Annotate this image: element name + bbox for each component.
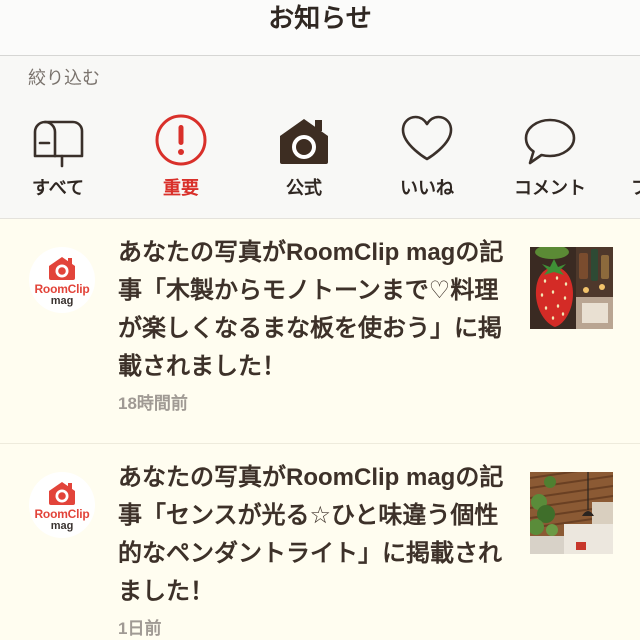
notification-item[interactable]: RoomClip mag あなたの写真がRoomClip magの記 事「木製か… xyxy=(0,219,640,444)
message-line: 事「木製からモノトーンまで♡料理 xyxy=(118,277,499,304)
message-line: ました！ xyxy=(118,578,214,605)
avatar-brand-text: RoomClip xyxy=(34,507,90,521)
filter-item-label: 重要 xyxy=(163,178,199,198)
filter-item-label: 公式 xyxy=(286,178,322,198)
message-line: あなたの写真がRoomClip magの記 xyxy=(118,464,504,491)
page-title: お知らせ xyxy=(268,3,372,33)
message-line: 的なペンダントライト」に掲載され xyxy=(118,540,502,567)
message-line: が楽しくなるまな板を使おう」に掲 xyxy=(118,315,502,342)
exclamation-circle-icon xyxy=(153,112,209,168)
filter-item-label: フ xyxy=(631,177,640,199)
avatar-sub-text: mag xyxy=(50,520,74,532)
filter-label: 絞り込む xyxy=(28,68,100,88)
notification-message: あなたの写真がRoomClip magの記 事「センスが光る☆ひと味違う個性 的… xyxy=(118,459,518,611)
filter-item-label: コメント xyxy=(514,178,586,198)
photo-thumbnail-image xyxy=(530,247,613,329)
comment-bubble-icon xyxy=(522,112,578,168)
notification-thumbnail[interactable] xyxy=(530,247,613,329)
notification-time: 1日前 xyxy=(118,619,162,638)
photo-thumbnail-image xyxy=(530,472,613,554)
roomclip-logo-icon xyxy=(47,255,77,281)
message-line: あなたの写真がRoomClip magの記 xyxy=(118,239,504,266)
avatar[interactable]: RoomClip mag xyxy=(29,472,95,538)
filter-bar: 絞り込む すべて 重要 公式 いいね コメント xyxy=(0,56,640,219)
mailbox-icon xyxy=(30,112,86,168)
house-camera-icon xyxy=(276,112,332,168)
heart-icon xyxy=(399,112,455,168)
filter-item-label: いいね xyxy=(400,178,454,198)
filter-item-label: すべて xyxy=(31,178,85,198)
avatar-brand-text: RoomClip xyxy=(34,282,90,296)
notification-thumbnail[interactable] xyxy=(530,472,613,554)
roomclip-logo-icon xyxy=(47,480,77,506)
filter-item-comments[interactable]: コメント xyxy=(492,112,608,210)
filter-item-partial[interactable]: フ xyxy=(631,177,640,199)
header: お知らせ xyxy=(0,0,640,56)
avatar[interactable]: RoomClip mag xyxy=(29,247,95,313)
filter-item-all[interactable]: すべて xyxy=(0,112,116,210)
notification-list: RoomClip mag あなたの写真がRoomClip magの記 事「木製か… xyxy=(0,219,640,640)
filter-item-official[interactable]: 公式 xyxy=(246,112,362,210)
notification-time: 18時間前 xyxy=(118,394,188,413)
filter-items: すべて 重要 公式 いいね コメント xyxy=(0,112,608,210)
message-line: 事「センスが光る☆ひと味違う個性 xyxy=(118,502,499,529)
message-line: 載されました！ xyxy=(118,353,286,380)
avatar-sub-text: mag xyxy=(50,295,74,307)
notification-message: あなたの写真がRoomClip magの記 事「木製からモノトーンまで♡料理 が… xyxy=(118,234,518,386)
notification-item[interactable]: RoomClip mag あなたの写真がRoomClip magの記 事「センス… xyxy=(0,444,640,640)
filter-item-likes[interactable]: いいね xyxy=(369,112,485,210)
filter-item-important[interactable]: 重要 xyxy=(123,112,239,210)
